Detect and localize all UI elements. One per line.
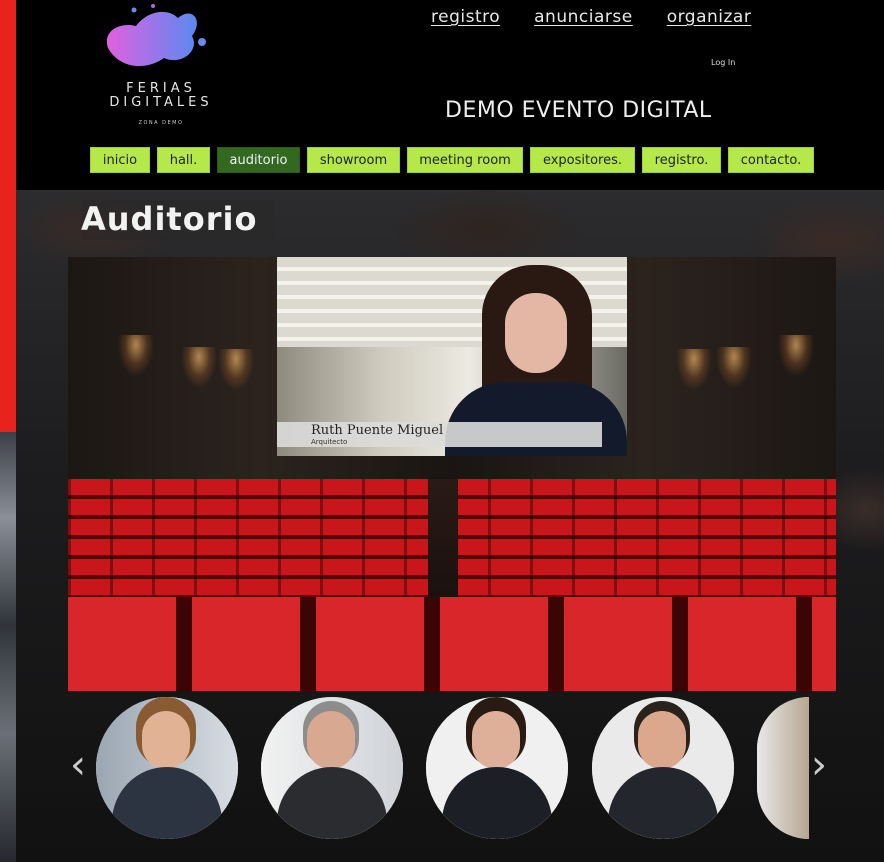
event-title: DEMO EVENTO DIGITAL xyxy=(445,98,712,123)
speaker-avatar[interactable] xyxy=(261,697,403,839)
wall-lamp xyxy=(768,335,824,425)
speaker-avatar[interactable] xyxy=(757,697,809,839)
logo-line-2: DIGITALES xyxy=(109,95,213,110)
presenter-role: Arquitecto xyxy=(311,438,348,446)
nav-auditorio[interactable]: auditorio xyxy=(217,147,300,173)
logo[interactable]: FERIAS DIGITALES ZONA DEMO xyxy=(96,0,226,130)
top-links: registro anunciarse organizar xyxy=(431,7,751,27)
left-edge-red-strip xyxy=(0,0,16,432)
top-link-organizar[interactable]: organizar xyxy=(667,7,752,27)
chevron-right-icon[interactable]: › xyxy=(811,745,827,785)
presenter-name: Ruth Puente Miguel xyxy=(311,423,444,438)
nav-hall[interactable]: hall. xyxy=(157,147,210,173)
wall-lamp xyxy=(108,335,164,425)
chevron-left-icon[interactable]: ‹ xyxy=(70,745,86,785)
site-header: FERIAS DIGITALES ZONA DEMO registro anun… xyxy=(16,0,884,190)
left-edge-photo-strip xyxy=(0,432,16,862)
nav-registro[interactable]: registro. xyxy=(642,147,721,173)
nav-expositores[interactable]: expositores. xyxy=(530,147,635,173)
speaker-head xyxy=(638,711,686,769)
login-link[interactable]: Log In xyxy=(711,58,735,67)
speaker-head xyxy=(142,711,190,769)
top-link-anunciarse[interactable]: anunciarse xyxy=(534,7,633,27)
nav-contacto[interactable]: contacto. xyxy=(728,147,814,173)
video-lower-third: Ruth Puente Miguel Arquitecto xyxy=(277,422,602,447)
wall-lamp xyxy=(208,349,264,439)
speaker-bg xyxy=(757,697,809,839)
nav-meeting-room[interactable]: meeting room xyxy=(407,147,523,173)
logo-subtitle: ZONA DEMO xyxy=(138,120,184,126)
front-seats xyxy=(68,597,836,691)
auditorio-section: Auditorio Ruth Puente Miguel Arquitecto … xyxy=(16,190,884,862)
nav-inicio[interactable]: inicio xyxy=(90,147,150,173)
wall-lamp xyxy=(706,347,762,437)
nav-showroom[interactable]: showroom xyxy=(307,147,400,173)
logo-line-1: FERIAS xyxy=(126,81,196,96)
video-screen[interactable]: Ruth Puente Miguel Arquitecto xyxy=(277,257,627,456)
speaker-head xyxy=(472,711,520,769)
speaker-avatar[interactable] xyxy=(96,697,238,839)
top-link-registro[interactable]: registro xyxy=(431,7,500,27)
auditorium-image: Ruth Puente Miguel Arquitecto xyxy=(68,257,836,691)
speaker-avatar[interactable] xyxy=(592,697,734,839)
logo-blob-icon xyxy=(106,4,206,67)
speaker-avatar[interactable] xyxy=(426,697,568,839)
section-title: Auditorio xyxy=(81,200,276,240)
logo-wordmark: FERIAS DIGITALES xyxy=(96,82,226,110)
speaker-head xyxy=(307,711,355,769)
presenter-face xyxy=(505,293,567,373)
